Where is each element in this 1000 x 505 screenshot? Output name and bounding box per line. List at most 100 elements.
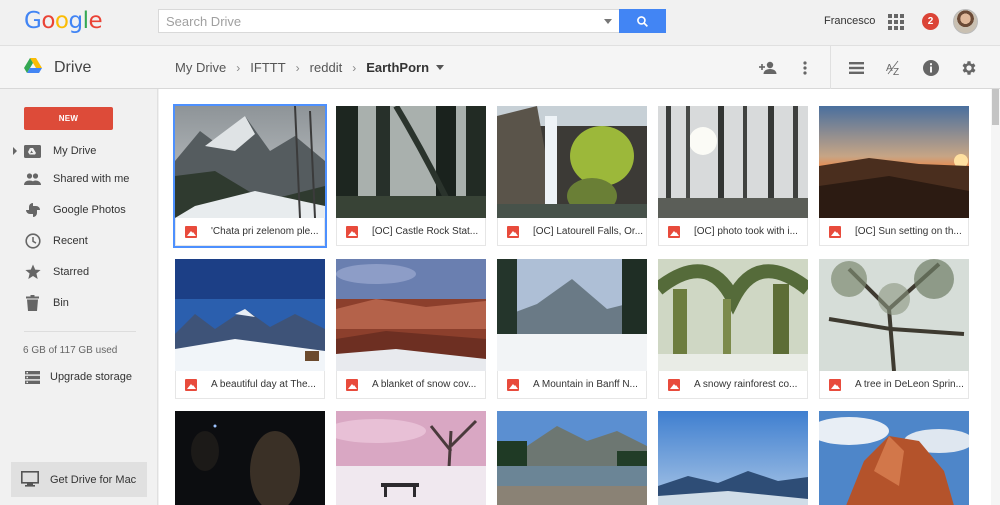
storage-icon: [24, 369, 41, 386]
file-card[interactable]: [OC] photo took with i...: [658, 106, 808, 246]
file-card[interactable]: [OC] Sun setting on th...: [819, 106, 969, 246]
file-card[interactable]: A beautiful day at The...: [175, 259, 325, 399]
search-options-dropdown-icon[interactable]: [604, 19, 612, 24]
file-thumbnail: [819, 259, 969, 371]
folder-menu-dropdown-icon[interactable]: [436, 65, 445, 70]
clock-icon: [24, 233, 41, 250]
scrollbar-thumb[interactable]: [992, 89, 999, 125]
top-bar: Google Francesco 2: [0, 0, 1000, 45]
file-name: [OC] Castle Rock Stat...: [372, 226, 479, 237]
monitor-icon: [21, 471, 39, 492]
file-thumbnail: [175, 411, 325, 505]
new-button[interactable]: NEW: [24, 107, 113, 130]
file-thumbnail: [819, 106, 969, 218]
file-caption: [OC] photo took with i...: [658, 218, 808, 246]
upgrade-storage-label: Upgrade storage: [50, 371, 132, 383]
breadcrumb-reddit[interactable]: reddit: [310, 60, 343, 75]
file-card[interactable]: 'Chata pri zelenom ple...: [173, 104, 327, 248]
file-name: A Mountain in Banff N...: [533, 379, 638, 390]
file-thumbnail: [336, 411, 486, 505]
breadcrumb-current-folder[interactable]: EarthPorn: [366, 60, 429, 75]
file-thumbnail: [336, 259, 486, 371]
sidebar-item-shared-with-me[interactable]: Shared with me: [0, 166, 158, 192]
file-card[interactable]: [819, 411, 969, 505]
sidebar-item-google-photos[interactable]: Google Photos: [0, 197, 158, 223]
get-drive-label: Get Drive for Mac: [50, 473, 137, 486]
my-drive-icon: [24, 143, 41, 160]
chevron-right-icon: ›: [295, 60, 300, 75]
search-box: [158, 9, 620, 33]
trash-icon: [24, 295, 41, 312]
file-caption: A snowy rainforest co...: [658, 371, 808, 399]
file-card[interactable]: A snowy rainforest co...: [658, 259, 808, 399]
drive-logo-icon[interactable]: [24, 58, 42, 74]
image-file-icon: [829, 379, 841, 391]
file-thumbnail: [175, 106, 325, 218]
shared-icon: [24, 171, 41, 188]
file-name: [OC] photo took with i...: [694, 226, 798, 237]
svg-text:Z: Z: [893, 67, 899, 76]
image-file-icon: [507, 379, 519, 391]
file-card[interactable]: [658, 411, 808, 505]
file-caption: A tree in DeLeon Sprin...: [819, 371, 969, 399]
file-card[interactable]: [497, 411, 647, 505]
file-card[interactable]: A Mountain in Banff N...: [497, 259, 647, 399]
file-name: [OC] Latourell Falls, Or...: [533, 226, 644, 237]
file-card[interactable]: [OC] Castle Rock Stat...: [336, 106, 486, 246]
file-caption: [OC] Castle Rock Stat...: [336, 218, 486, 246]
file-card[interactable]: [336, 411, 486, 505]
vertical-scrollbar[interactable]: [991, 89, 1000, 505]
list-view-icon[interactable]: [845, 57, 867, 79]
settings-icon[interactable]: [958, 57, 980, 79]
sidebar-item-label: Recent: [53, 235, 88, 247]
breadcrumb-ifttt[interactable]: IFTTT: [250, 60, 285, 75]
sidebar-item-bin[interactable]: Bin: [0, 290, 158, 316]
file-caption: A Mountain in Banff N...: [497, 371, 647, 399]
breadcrumb-my-drive[interactable]: My Drive: [175, 60, 226, 75]
google-logo[interactable]: Google: [24, 8, 103, 34]
drive-toolbar: Drive My Drive › IFTTT › reddit › EarthP…: [0, 45, 1000, 90]
sidebar-item-label: Google Photos: [53, 204, 126, 216]
file-card[interactable]: [OC] Latourell Falls, Or...: [497, 106, 647, 246]
upgrade-storage-button[interactable]: Upgrade storage: [0, 364, 158, 390]
notifications-badge[interactable]: 2: [922, 13, 939, 30]
file-thumbnail: [336, 106, 486, 218]
toolbar-divider: [830, 46, 831, 90]
sort-az-icon[interactable]: AZ: [883, 57, 905, 79]
app-title[interactable]: Drive: [54, 59, 91, 77]
sidebar-divider: [24, 331, 136, 332]
file-card[interactable]: [175, 411, 325, 505]
image-file-icon: [185, 226, 197, 238]
file-thumbnail: [658, 411, 808, 505]
user-name[interactable]: Francesco: [824, 15, 875, 27]
file-thumbnail: [658, 259, 808, 371]
file-card[interactable]: A blanket of snow cov...: [336, 259, 486, 399]
add-person-icon[interactable]: [757, 57, 779, 79]
file-name: A beautiful day at The...: [211, 379, 316, 390]
file-caption: A beautiful day at The...: [175, 371, 325, 399]
file-caption: 'Chata pri zelenom ple...: [175, 218, 325, 246]
file-thumbnail: [175, 259, 325, 371]
get-drive-for-mac-button[interactable]: Get Drive for Mac: [11, 462, 147, 497]
sidebar-item-recent[interactable]: Recent: [0, 228, 158, 254]
sidebar-item-starred[interactable]: Starred: [0, 259, 158, 285]
info-icon[interactable]: [920, 57, 942, 79]
sidebar-item-label: My Drive: [53, 145, 97, 157]
file-name: 'Chata pri zelenom ple...: [211, 226, 319, 237]
sidebar-item-my-drive[interactable]: My Drive: [0, 138, 158, 164]
photos-icon: [24, 202, 41, 219]
sidebar-item-label: Bin: [53, 297, 69, 309]
file-grid: 'Chata pri zelenom ple... [OC] Castle Ro…: [159, 89, 1000, 505]
search-input[interactable]: [159, 10, 589, 32]
file-card[interactable]: A tree in DeLeon Sprin...: [819, 259, 969, 399]
image-file-icon: [346, 379, 358, 391]
more-vert-icon[interactable]: [794, 57, 816, 79]
expand-arrow-icon[interactable]: [13, 147, 17, 155]
apps-grid-icon[interactable]: [888, 14, 904, 30]
image-file-icon: [185, 379, 197, 391]
avatar[interactable]: [953, 9, 978, 34]
file-thumbnail: [497, 259, 647, 371]
search-button[interactable]: [619, 9, 666, 33]
image-file-icon: [668, 226, 680, 238]
sidebar-item-label: Starred: [53, 266, 90, 278]
